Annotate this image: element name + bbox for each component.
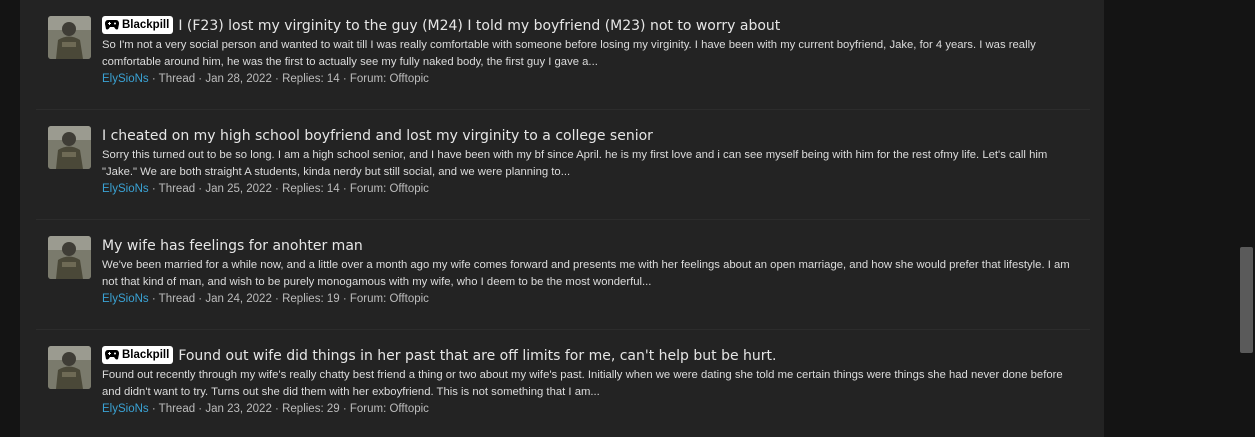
user-avatar[interactable] [48,236,91,279]
reply-count: Replies: 14 [282,183,340,195]
thread-meta: ElySioNs · Thread · Jan 28, 2022 · Repli… [102,71,1077,88]
content-type: Thread [158,403,196,415]
thread-title-link[interactable]: Found out wife did things in her past th… [178,348,776,364]
results-panel: Blackpill I (F23) lost my virginity to t… [20,0,1104,437]
meta-separator: · [148,403,159,415]
meta-separator: · [339,403,350,415]
meta-separator: · [195,403,206,415]
meta-separator: · [271,403,283,415]
thread-snippet: We've been married for a while now, and … [102,259,1070,288]
user-avatar[interactable] [48,16,91,59]
thread-meta: ElySioNs · Thread · Jan 23, 2022 · Repli… [102,401,1077,418]
thread-meta: ElySioNs · Thread · Jan 24, 2022 · Repli… [102,291,1077,308]
reply-count: Replies: 29 [282,403,340,415]
forum-link[interactable]: Forum: Offtopic [350,293,429,305]
author-link[interactable]: ElySioNs [102,183,149,195]
content-type: Thread [158,73,196,85]
meta-separator: · [339,73,350,85]
thread-title-link[interactable]: I cheated on my high school boyfriend an… [102,128,653,144]
author-link[interactable]: ElySioNs [102,73,149,85]
prefix-badge[interactable]: Blackpill [102,346,174,364]
gamepad-icon [105,20,119,30]
thread-row: I cheated on my high school boyfriend an… [36,110,1090,220]
author-link[interactable]: ElySioNs [102,403,149,415]
vertical-scrollbar-track[interactable] [1238,0,1255,437]
meta-separator: · [195,293,206,305]
forum-link[interactable]: Forum: Offtopic [350,183,429,195]
thread-meta: ElySioNs · Thread · Jan 25, 2022 · Repli… [102,181,1077,198]
gamepad-icon [105,350,119,360]
content-type: Thread [158,293,196,305]
author-link[interactable]: ElySioNs [102,293,149,305]
meta-separator: · [148,293,159,305]
thread-date: Jan 25, 2022 [205,183,272,195]
reply-count: Replies: 19 [282,293,340,305]
meta-separator: · [339,293,350,305]
thread-title-link[interactable]: I (F23) lost my virginity to the guy (M2… [178,18,780,34]
thread-date: Jan 24, 2022 [205,293,272,305]
thread-snippet: Sorry this turned out to be so long. I a… [102,149,1048,178]
meta-separator: · [148,183,159,195]
thread-date: Jan 28, 2022 [205,73,272,85]
meta-separator: · [271,183,283,195]
avatar-image [48,126,91,169]
user-avatar[interactable] [48,126,91,169]
thread-row: My wife has feelings for anohter man We'… [36,220,1090,330]
badge-label: Blackpill [122,349,170,361]
forum-link[interactable]: Forum: Offtopic [350,403,429,415]
meta-separator: · [339,183,350,195]
meta-separator: · [195,183,206,195]
user-avatar[interactable] [48,346,91,389]
search-results-page: Blackpill I (F23) lost my virginity to t… [0,0,1255,437]
reply-count: Replies: 14 [282,73,340,85]
thread-row: Blackpill I (F23) lost my virginity to t… [36,0,1090,110]
meta-separator: · [271,293,283,305]
thread-snippet: So I'm not a very social person and want… [102,39,1036,68]
content-type: Thread [158,183,196,195]
vertical-scrollbar-thumb[interactable] [1240,247,1253,353]
thread-snippet: Found out recently through my wife's rea… [102,369,1063,398]
meta-separator: · [195,73,206,85]
meta-separator: · [271,73,283,85]
thread-date: Jan 23, 2022 [205,403,272,415]
thread-row: Blackpill Found out wife did things in h… [36,330,1090,437]
avatar-image [48,236,91,279]
forum-link[interactable]: Forum: Offtopic [350,73,429,85]
avatar-image [48,346,91,389]
avatar-image [48,16,91,59]
badge-label: Blackpill [122,19,170,31]
prefix-badge[interactable]: Blackpill [102,16,174,34]
meta-separator: · [148,73,159,85]
thread-title-link[interactable]: My wife has feelings for anohter man [102,238,363,254]
